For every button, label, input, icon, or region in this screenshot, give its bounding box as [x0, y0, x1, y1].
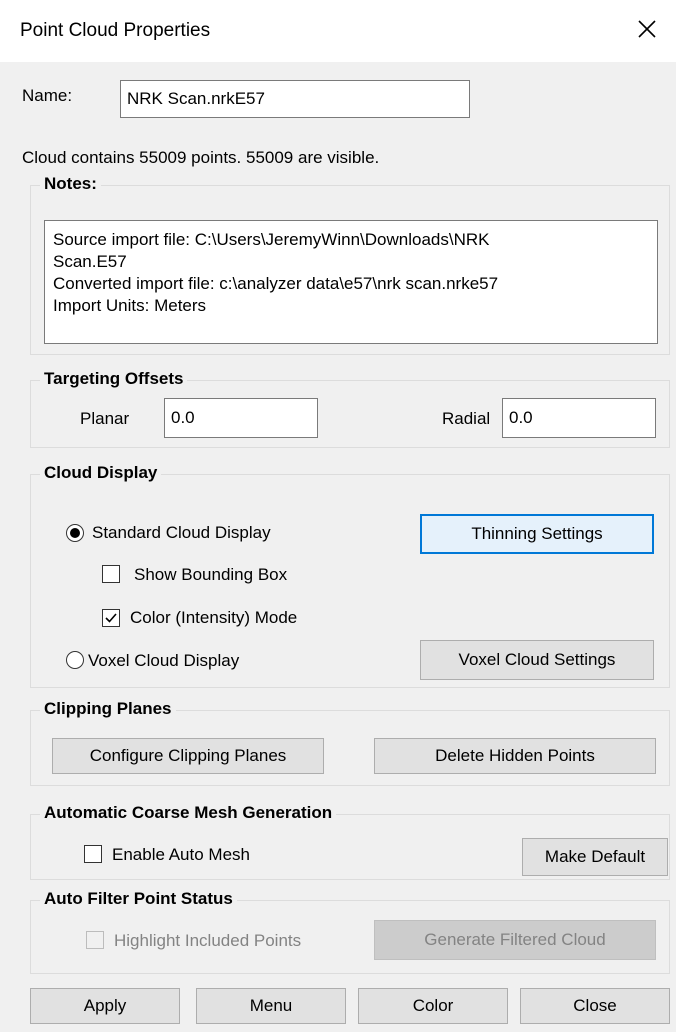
- close-button[interactable]: Close: [520, 988, 670, 1024]
- voxel-cloud-settings-button[interactable]: Voxel Cloud Settings: [420, 640, 654, 680]
- planar-field[interactable]: 0.0: [164, 398, 318, 438]
- color-mode-checkbox[interactable]: [102, 609, 120, 627]
- color-button[interactable]: Color: [358, 988, 508, 1024]
- notes-legend: Notes:: [40, 174, 101, 194]
- cloud-display-legend: Cloud Display: [40, 463, 162, 483]
- name-label: Name:: [22, 86, 73, 105]
- highlight-included-points-label: Highlight Included Points: [114, 931, 302, 950]
- window-title: Point Cloud Properties: [20, 20, 211, 41]
- standard-display-label[interactable]: Standard Cloud Display: [92, 523, 271, 543]
- bounding-box-label[interactable]: Show Bounding Box: [134, 565, 287, 585]
- radial-label: Radial: [442, 409, 491, 428]
- auto-mesh-legend: Automatic Coarse Mesh Generation: [40, 803, 337, 823]
- voxel-display-radio[interactable]: [66, 651, 84, 669]
- notes-textbox[interactable]: Source import file: C:\Users\JeremyWinn\…: [44, 220, 658, 344]
- enable-auto-mesh-checkbox[interactable]: [84, 845, 102, 863]
- generate-filtered-cloud-button[interactable]: Generate Filtered Cloud: [374, 920, 656, 960]
- close-icon[interactable]: [632, 14, 662, 44]
- planar-label: Planar: [80, 409, 130, 428]
- enable-auto-mesh-label[interactable]: Enable Auto Mesh: [112, 845, 250, 865]
- apply-button[interactable]: Apply: [30, 988, 180, 1024]
- radio-selected-dot: [70, 528, 80, 538]
- highlight-included-points-checkbox[interactable]: [86, 931, 104, 949]
- delete-hidden-points-button[interactable]: Delete Hidden Points: [374, 738, 656, 774]
- menu-button[interactable]: Menu: [196, 988, 346, 1024]
- clipping-planes-legend: Clipping Planes: [40, 699, 176, 719]
- title-bar: Point Cloud Properties: [0, 0, 676, 62]
- name-field[interactable]: NRK Scan.nrkE57: [120, 80, 470, 118]
- color-mode-label[interactable]: Color (Intensity) Mode: [130, 608, 297, 628]
- configure-clipping-planes-button[interactable]: Configure Clipping Planes: [52, 738, 324, 774]
- targeting-offsets-legend: Targeting Offsets: [40, 369, 188, 389]
- voxel-display-label[interactable]: Voxel Cloud Display: [88, 651, 239, 671]
- auto-filter-legend: Auto Filter Point Status: [40, 889, 237, 909]
- make-default-button[interactable]: Make Default: [522, 838, 668, 876]
- cloud-info-text: Cloud contains 55009 points. 55009 are v…: [22, 148, 380, 167]
- radial-field[interactable]: 0.0: [502, 398, 656, 438]
- checkmark-icon: [105, 613, 117, 623]
- thinning-settings-button[interactable]: Thinning Settings: [420, 514, 654, 554]
- standard-display-radio[interactable]: [66, 524, 84, 542]
- bounding-box-checkbox[interactable]: [102, 565, 120, 583]
